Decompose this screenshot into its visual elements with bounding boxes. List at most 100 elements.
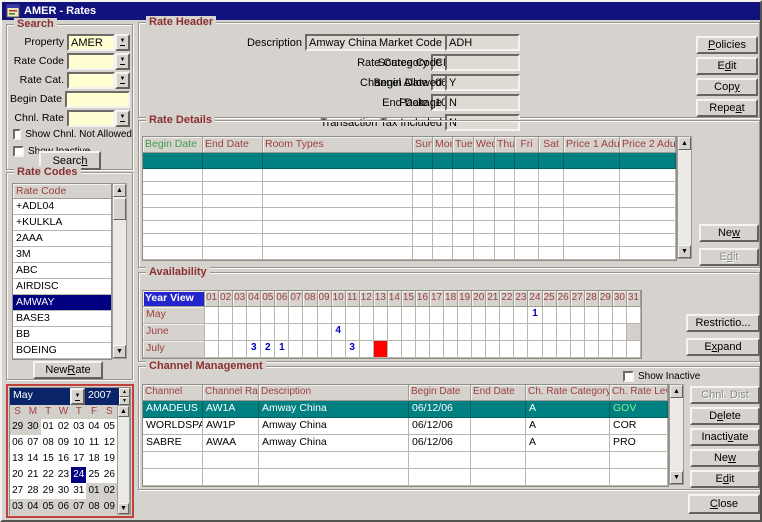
availability-cell[interactable] — [388, 341, 402, 358]
availability-cell[interactable] — [346, 324, 360, 341]
column-header[interactable]: Ch. Rate Level — [610, 385, 668, 401]
calendar-day-cell[interactable]: 17 — [71, 451, 86, 467]
rate-details-row[interactable] — [143, 247, 676, 260]
column-header[interactable]: Mon — [433, 137, 453, 153]
availability-cell[interactable] — [318, 324, 332, 341]
scrollbar-thumb[interactable] — [113, 198, 126, 220]
grid-cell[interactable] — [413, 195, 433, 208]
grid-cell[interactable] — [526, 469, 610, 486]
grid-cell[interactable] — [203, 208, 263, 221]
calendar-day-cell[interactable]: 05 — [102, 419, 117, 435]
rate-details-row[interactable] — [143, 169, 676, 182]
search-rate-cat-input[interactable] — [67, 72, 115, 89]
grid-cell[interactable] — [564, 195, 620, 208]
availability-cell[interactable] — [261, 324, 275, 341]
grid-cell[interactable] — [143, 469, 203, 486]
copy-button[interactable]: Copy — [696, 78, 758, 96]
scrollbar-up-icon[interactable]: ▲ — [118, 406, 129, 417]
grid-cell[interactable] — [474, 221, 495, 234]
grid-cell[interactable] — [259, 469, 409, 486]
column-header[interactable]: Channel — [143, 385, 203, 401]
availability-cell[interactable]: 2 — [261, 341, 275, 358]
availability-cell[interactable] — [360, 324, 374, 341]
grid-cell[interactable]: AW1A — [203, 401, 259, 418]
grid-cell[interactable] — [143, 247, 203, 260]
rate-details-row[interactable] — [143, 234, 676, 247]
calendar-day-cell[interactable]: 12 — [102, 435, 117, 451]
calendar-day-cell[interactable]: 30 — [25, 419, 40, 435]
grid-cell[interactable] — [610, 469, 668, 486]
grid-cell[interactable]: AW1P — [203, 418, 259, 435]
grid-cell[interactable] — [620, 247, 676, 260]
availability-cell[interactable] — [472, 324, 486, 341]
grid-cell[interactable]: PRO — [610, 435, 668, 452]
grid-cell[interactable] — [453, 195, 474, 208]
availability-cell[interactable] — [585, 307, 599, 324]
grid-cell[interactable] — [515, 221, 539, 234]
availability-cell[interactable] — [627, 307, 641, 324]
calendar-month-dropdown-button[interactable]: ▼ — [70, 388, 85, 405]
grid-cell[interactable] — [203, 469, 259, 486]
availability-cell[interactable] — [458, 324, 472, 341]
grid-cell[interactable] — [453, 221, 474, 234]
calendar-day-cell[interactable]: 08 — [41, 435, 56, 451]
grid-cell[interactable] — [203, 234, 263, 247]
column-header[interactable]: Sun — [413, 137, 433, 153]
rate-code-item[interactable]: BOEING — [13, 343, 111, 359]
search-begin-date-input[interactable] — [65, 91, 130, 108]
channel-row[interactable] — [143, 469, 668, 486]
calendar-day-cell[interactable]: 03 — [10, 499, 25, 515]
availability-cell[interactable] — [458, 341, 472, 358]
grid-cell[interactable] — [409, 452, 471, 469]
scrollbar-down-icon[interactable]: ▼ — [118, 503, 129, 514]
grid-cell[interactable] — [453, 169, 474, 182]
availability-cell[interactable] — [557, 307, 571, 324]
availability-cell[interactable] — [514, 307, 528, 324]
availability-cell[interactable] — [571, 307, 585, 324]
titlebar[interactable]: AMER - Rates — [2, 2, 760, 20]
grid-cell[interactable] — [263, 182, 413, 195]
grid-cell[interactable] — [409, 469, 471, 486]
dropdown-button[interactable]: ▼ — [115, 53, 130, 70]
grid-cell[interactable] — [495, 221, 515, 234]
grid-cell[interactable] — [143, 234, 203, 247]
grid-cell[interactable] — [564, 247, 620, 260]
grid-cell[interactable]: AMADEUS — [143, 401, 203, 418]
availability-cell[interactable] — [571, 341, 585, 358]
rate-code-item[interactable]: 2AAA — [13, 231, 111, 247]
availability-cell[interactable] — [374, 324, 388, 341]
availability-cell[interactable] — [318, 341, 332, 358]
availability-cell[interactable] — [500, 324, 514, 341]
grid-cell[interactable] — [203, 182, 263, 195]
rate-code-column-header[interactable]: Rate Code — [13, 184, 111, 199]
grid-cell[interactable] — [413, 182, 433, 195]
grid-cell[interactable] — [453, 208, 474, 221]
availability-cell[interactable] — [388, 324, 402, 341]
grid-cell[interactable] — [564, 208, 620, 221]
availability-cell[interactable] — [261, 307, 275, 324]
search-chnl-rate-input[interactable] — [67, 110, 115, 127]
availability-cell[interactable] — [233, 324, 247, 341]
grid-cell[interactable] — [453, 234, 474, 247]
grid-cell[interactable] — [413, 221, 433, 234]
grid-cell[interactable] — [471, 401, 526, 418]
grid-cell[interactable] — [539, 234, 564, 247]
grid-cell[interactable] — [495, 169, 515, 182]
column-header[interactable]: Thu — [495, 137, 515, 153]
availability-cell[interactable] — [613, 307, 627, 324]
calendar-day-cell[interactable]: 11 — [86, 435, 101, 451]
repeat-button[interactable]: Repeat — [696, 99, 758, 117]
grid-cell[interactable]: 06/12/06 — [409, 418, 471, 435]
scrollbar-up-icon[interactable]: ▲ — [670, 385, 683, 398]
channel-row[interactable] — [143, 452, 668, 469]
grid-cell[interactable] — [263, 247, 413, 260]
column-header[interactable]: Tue — [453, 137, 474, 153]
calendar-day-cell[interactable]: 20 — [10, 467, 25, 483]
availability-cell[interactable] — [543, 324, 557, 341]
grid-cell[interactable] — [620, 195, 676, 208]
calendar-day-cell[interactable]: 02 — [56, 419, 71, 435]
dropdown-button[interactable]: ▼ — [115, 34, 130, 51]
availability-cell[interactable] — [514, 324, 528, 341]
grid-cell[interactable] — [413, 208, 433, 221]
calendar-day-cell[interactable]: 23 — [56, 467, 71, 483]
